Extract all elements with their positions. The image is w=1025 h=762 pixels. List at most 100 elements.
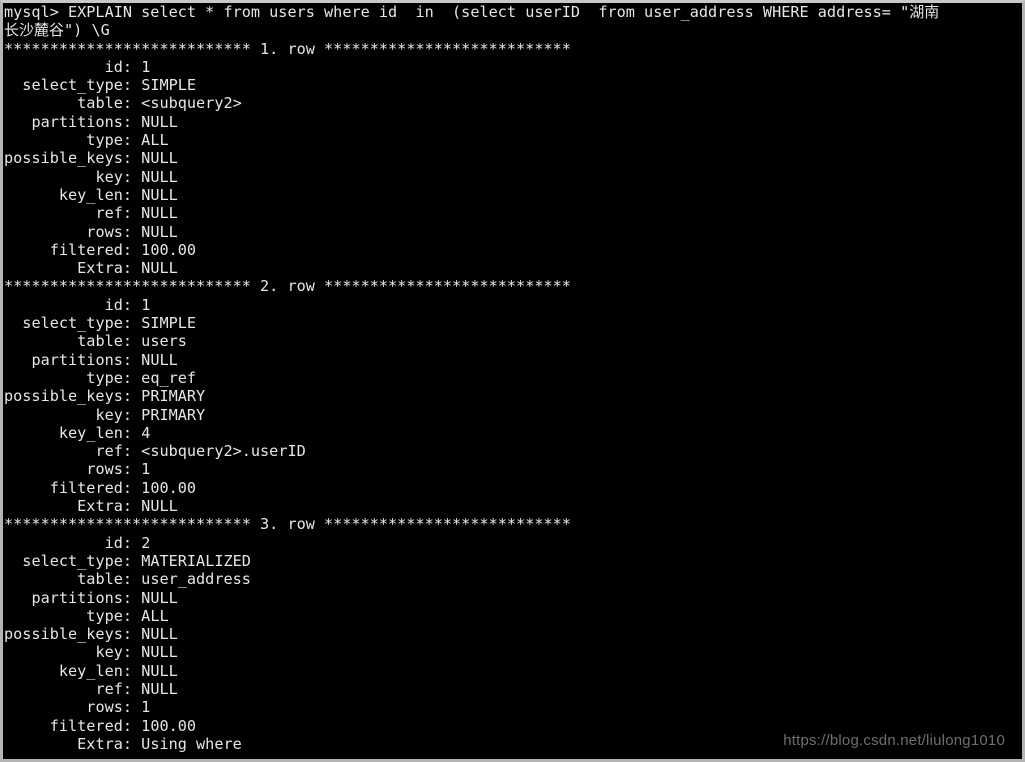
field-separator: : (122, 57, 142, 76)
field-separator: : (122, 716, 142, 735)
field-pad (4, 442, 95, 460)
field-value: 100.00 (141, 240, 197, 259)
command-value-han-2: 长沙麓谷 (4, 21, 65, 40)
field-pad (4, 314, 22, 332)
field-label: table (77, 332, 123, 351)
field-pad (4, 589, 31, 607)
field-label: possible_keys (4, 149, 123, 168)
field-pad (4, 406, 95, 424)
field-value: NULL (141, 204, 178, 223)
field-value: NULL (141, 661, 178, 680)
field-separator: : (122, 679, 142, 698)
field-label: id (104, 295, 123, 314)
field-label: id (104, 533, 123, 552)
field-line: possible_keys: PRIMARY (3, 387, 1022, 405)
field-label: ref (95, 204, 123, 223)
field-separator: : (122, 625, 142, 644)
command-line-1: mysql> EXPLAIN select * from users where… (3, 3, 1022, 21)
field-pad (4, 369, 86, 387)
field-value: eq_ref (141, 368, 197, 387)
field-pad (4, 698, 86, 716)
field-pad (4, 259, 77, 277)
row-separator-2: *************************** 2. row *****… (4, 277, 571, 296)
field-line: select_type: SIMPLE (3, 76, 1022, 94)
field-pad (4, 643, 95, 661)
field-pad (4, 131, 86, 149)
field-label: table (77, 570, 123, 589)
field-value: 4 (141, 423, 151, 442)
field-pad (4, 332, 77, 350)
field-line: possible_keys: NULL (3, 625, 1022, 643)
field-value: 1 (141, 57, 151, 76)
field-label: rows (86, 698, 123, 717)
field-pad (4, 460, 86, 478)
field-separator: : (122, 698, 142, 717)
field-separator: : (122, 131, 142, 150)
field-separator: : (122, 643, 142, 662)
field-label: key_len (58, 661, 123, 680)
field-pad (4, 534, 105, 552)
field-separator: : (122, 259, 142, 278)
field-value: SIMPLE (141, 314, 197, 333)
field-line: id: 1 (3, 296, 1022, 314)
field-value: MATERIALIZED (141, 551, 251, 570)
field-line: id: 2 (3, 534, 1022, 552)
field-value: NULL (141, 112, 178, 131)
field-line: partitions: NULL (3, 113, 1022, 131)
field-line: type: ALL (3, 607, 1022, 625)
field-line: ref: NULL (3, 680, 1022, 698)
field-value: user_address (141, 570, 251, 589)
field-value: NULL (141, 497, 178, 516)
field-pad (4, 680, 95, 698)
field-label: select_type (22, 551, 123, 570)
field-value: NULL (141, 259, 178, 278)
field-pad (4, 497, 77, 515)
field-separator: : (122, 332, 142, 351)
field-value: NULL (141, 625, 178, 644)
field-line: ref: <subquery2>.userID (3, 442, 1022, 460)
field-line: type: ALL (3, 131, 1022, 149)
field-label: type (86, 131, 123, 150)
field-line: filtered: 100.00 (3, 241, 1022, 259)
field-value: users (141, 332, 187, 351)
field-value: PRIMARY (141, 387, 206, 406)
command-prefix: mysql> EXPLAIN select * from users where… (4, 3, 910, 21)
field-line: filtered: 100.00 (3, 479, 1022, 497)
field-label: Extra (77, 734, 123, 753)
field-separator: : (122, 533, 142, 552)
field-line: key: NULL (3, 168, 1022, 186)
field-line: key: NULL (3, 643, 1022, 661)
field-label: partitions (31, 588, 123, 607)
row-separator-1: *************************** 1. row *****… (4, 39, 571, 58)
field-line: key_len: NULL (3, 662, 1022, 680)
field-separator: : (122, 570, 142, 589)
field-label: Extra (77, 497, 123, 516)
field-label: possible_keys (4, 625, 123, 644)
terminal-output[interactable]: mysql> EXPLAIN select * from users where… (3, 3, 1022, 759)
field-line: key_len: NULL (3, 186, 1022, 204)
field-line: rows: NULL (3, 223, 1022, 241)
field-value: Using where (141, 734, 242, 753)
watermark-text: https://blog.csdn.net/liulong1010 (783, 732, 1005, 749)
field-label: Extra (77, 259, 123, 278)
field-pad (4, 58, 105, 76)
field-pad (4, 570, 77, 588)
field-label: id (104, 57, 123, 76)
field-separator: : (122, 734, 142, 753)
field-label: key_len (58, 423, 123, 442)
field-line: key_len: 4 (3, 424, 1022, 442)
field-pad (4, 662, 59, 680)
field-line: Extra: NULL (3, 497, 1022, 515)
field-separator: : (122, 405, 142, 424)
field-value: NULL (141, 679, 178, 698)
field-value: 1 (141, 295, 151, 314)
field-separator: : (122, 460, 142, 479)
field-value: 1 (141, 460, 151, 479)
field-pad (4, 241, 50, 259)
field-value: NULL (141, 185, 178, 204)
field-pad (4, 607, 86, 625)
field-separator: : (122, 76, 142, 95)
field-pad (4, 735, 77, 753)
field-label: rows (86, 222, 123, 241)
field-value: 100.00 (141, 478, 197, 497)
